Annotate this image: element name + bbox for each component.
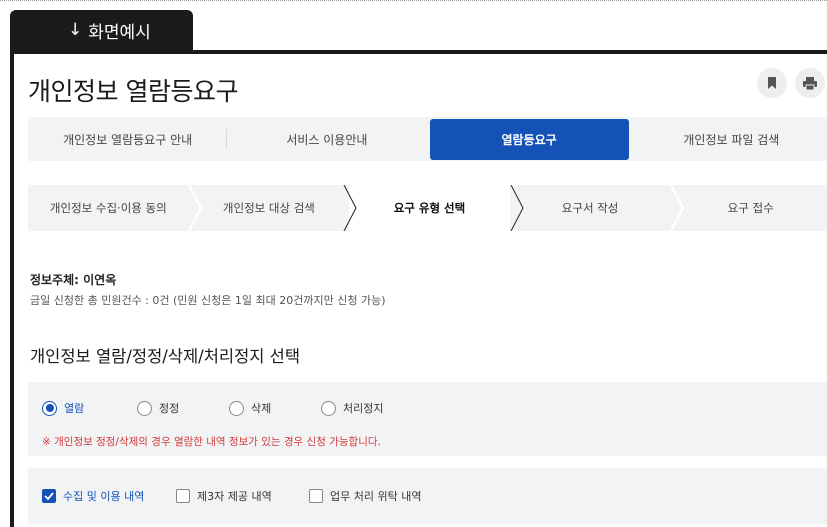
screen-example-tab: ↓ 화면예시 [10, 10, 193, 50]
radio-view-label: 열람 [64, 402, 85, 415]
step-form-write: 요구서 작성 [561, 201, 619, 215]
step-consent: 개인정보 수집·이용 동의 [49, 201, 167, 215]
checkbox-outsourcing-label: 업무 처리 위탁 내역 [330, 490, 422, 503]
dotted-divider [0, 0, 827, 1]
radio-correct[interactable]: 정정 [137, 400, 229, 416]
main-tab-bar: 개인정보 열람등요구 안내 서비스 이용안내 열람등요구 개인정보 파일 검색 [28, 117, 827, 161]
tab-file-search[interactable]: 개인정보 파일 검색 [632, 117, 827, 161]
checkbox-unchecked-icon[interactable] [309, 489, 323, 503]
detail-type-panel: 수집 및 이용 내역 제3자 제공 내역 업무 처리 위탁 내역 [28, 468, 827, 524]
step-chevron-icon [670, 185, 684, 231]
checkbox-checked-icon[interactable] [42, 489, 56, 503]
radio-correct-label: 정정 [159, 402, 180, 415]
step-submit: 요구 접수 [727, 201, 774, 215]
request-type-panel: 열람 정정 삭제 처리정지 ※ 개인정보 정정/삭제의 경우 열람한 내역 정보… [28, 382, 827, 456]
radio-unchecked-icon[interactable] [321, 400, 336, 416]
radio-delete[interactable]: 삭제 [229, 400, 321, 416]
arrow-down-icon: ↓ [68, 20, 83, 40]
checkbox-third-party[interactable]: 제3자 제공 내역 [176, 488, 309, 504]
checkbox-outsourcing[interactable]: 업무 처리 위탁 내역 [309, 488, 421, 504]
checkbox-collection-usage[interactable]: 수집 및 이용 내역 [42, 488, 176, 504]
print-button[interactable] [795, 68, 825, 98]
bookmark-icon [768, 77, 776, 89]
step-chevron-icon [188, 185, 202, 231]
request-count-info: 금일 신청한 총 민원건수 : 0건 (민원 신청은 1일 최대 20건까지만 … [30, 294, 386, 307]
tab-view-request[interactable]: 열람등요구 [429, 118, 629, 160]
radio-unchecked-icon[interactable] [229, 400, 244, 416]
step-indicator: 개인정보 수집·이용 동의 개인정보 대상 검색 요구 유형 선택 요구서 작성… [28, 185, 827, 231]
screen-example-label: 화면예시 [88, 22, 151, 43]
radio-unchecked-icon[interactable] [137, 400, 152, 416]
section-title: 개인정보 열람/정정/삭제/처리정지 선택 [30, 347, 301, 366]
request-type-radio-group: 열람 정정 삭제 처리정지 [42, 400, 383, 416]
radio-view[interactable]: 열람 [42, 400, 137, 416]
checkbox-unchecked-icon[interactable] [176, 489, 190, 503]
step-chevron-icon [343, 185, 357, 231]
radio-delete-label: 삭제 [251, 402, 272, 415]
data-subject-name: 정보주체: 이연옥 [30, 273, 117, 287]
print-icon [803, 76, 817, 90]
radio-checked-icon[interactable] [42, 400, 57, 416]
page-title: 개인정보 열람등요구 [28, 77, 238, 106]
checkbox-third-party-label: 제3자 제공 내역 [197, 490, 272, 503]
radio-suspend[interactable]: 처리정지 [321, 400, 383, 416]
radio-suspend-label: 처리정지 [343, 402, 384, 415]
checkmark-icon [44, 492, 54, 500]
step-target-search: 개인정보 대상 검색 [222, 201, 315, 215]
tab-request-guide[interactable]: 개인정보 열람등요구 안내 [28, 117, 228, 161]
step-chevron-icon [510, 185, 524, 231]
detail-type-checkbox-group: 수집 및 이용 내역 제3자 제공 내역 업무 처리 위탁 내역 [42, 488, 421, 504]
notice-text: ※ 개인정보 정정/삭제의 경우 열람한 내역 정보가 있는 경우 신청 가능합… [42, 436, 381, 448]
title-actions [757, 68, 825, 98]
checkbox-collection-usage-label: 수집 및 이용 내역 [63, 490, 145, 503]
screen-frame: 개인정보 열람등요구 개인정보 열람등요구 안내 서비스 이용안내 열람등요구 … [10, 50, 827, 527]
bookmark-button[interactable] [757, 68, 787, 98]
tab-service-guide[interactable]: 서비스 이용안내 [227, 117, 426, 161]
step-type-select: 요구 유형 선택 [349, 185, 510, 231]
